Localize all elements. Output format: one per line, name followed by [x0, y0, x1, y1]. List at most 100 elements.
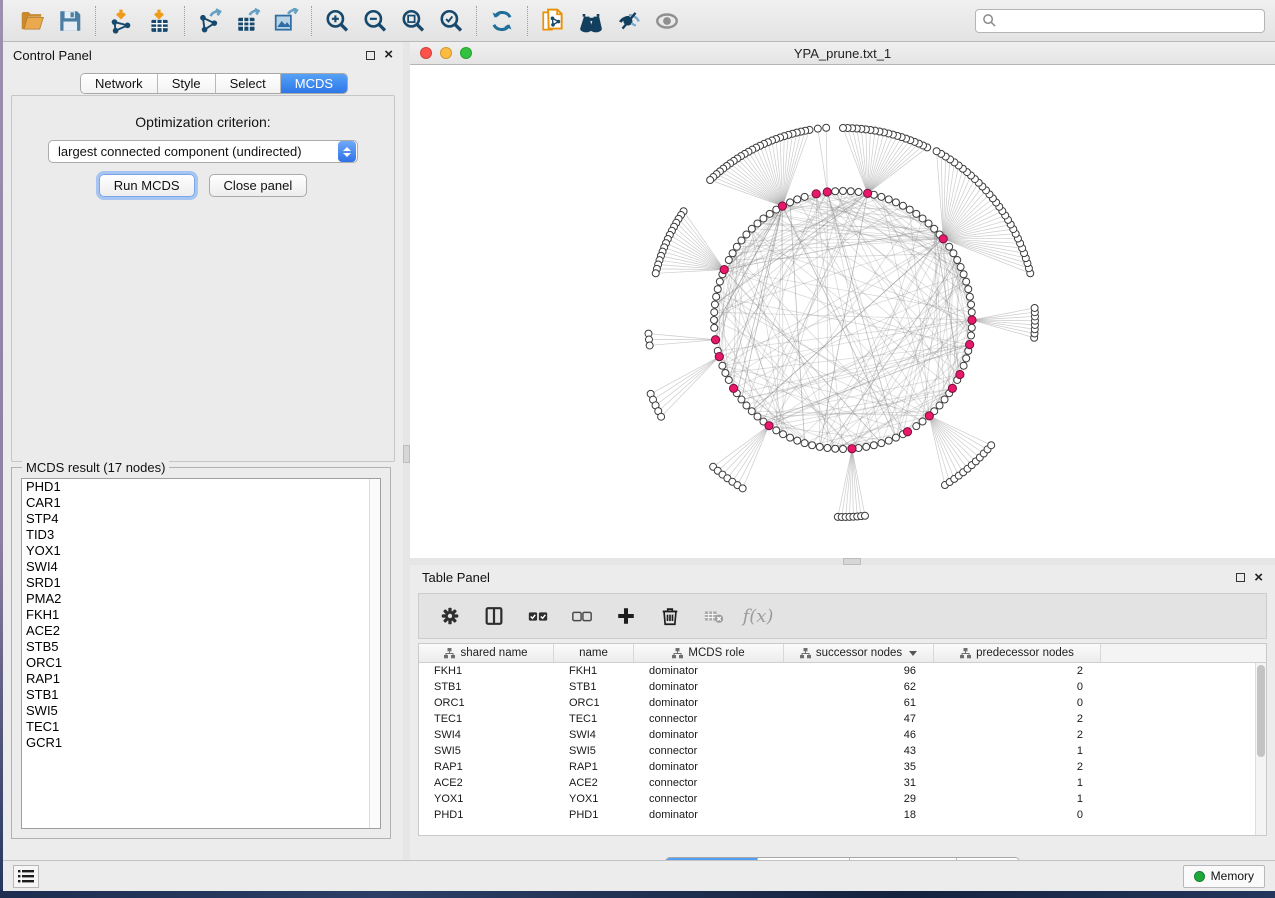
network-node[interactable]: [787, 199, 794, 206]
mcds-result-item[interactable]: SWI4: [22, 559, 380, 575]
search-box[interactable]: [975, 9, 1265, 33]
network-node[interactable]: [847, 188, 854, 195]
fan-edge[interactable]: [650, 340, 716, 346]
network-node[interactable]: [870, 442, 877, 449]
table-cell[interactable]: connector: [634, 793, 784, 805]
zoom-in-button[interactable]: [318, 4, 356, 38]
table-cell[interactable]: 61: [784, 697, 934, 709]
mcds-node[interactable]: [823, 188, 831, 196]
fan-edge[interactable]: [756, 148, 782, 206]
table-cell[interactable]: SWI5: [554, 745, 634, 757]
network-node[interactable]: [760, 215, 767, 222]
fan-edge[interactable]: [868, 147, 928, 193]
table-row[interactable]: FKH1FKH1dominator962: [419, 663, 1266, 679]
table-cell[interactable]: STB1: [554, 681, 634, 693]
network-node[interactable]: [780, 431, 787, 438]
column-header-successor-nodes[interactable]: successor nodes: [784, 644, 934, 662]
network-node[interactable]: [906, 206, 913, 213]
table-cell[interactable]: 0: [934, 681, 1101, 693]
table-cell[interactable]: 29: [784, 793, 934, 805]
table-cell[interactable]: RAP1: [554, 761, 634, 773]
search-input[interactable]: [997, 12, 1258, 29]
edge[interactable]: [852, 274, 964, 448]
mcds-result-item[interactable]: YOX1: [22, 543, 380, 559]
leaf-node[interactable]: [658, 413, 665, 420]
leaf-node[interactable]: [933, 148, 940, 155]
mcds-result-item[interactable]: ACE2: [22, 623, 380, 639]
fan-edge[interactable]: [732, 426, 769, 482]
table-cell[interactable]: SWI4: [419, 729, 554, 741]
network-node[interactable]: [748, 225, 755, 232]
table-cell[interactable]: 2: [934, 761, 1101, 773]
table-cell[interactable]: 1: [934, 793, 1101, 805]
table-cell[interactable]: FKH1: [419, 665, 554, 677]
mcds-result-item[interactable]: CAR1: [22, 495, 380, 511]
network-node[interactable]: [950, 250, 957, 257]
edge[interactable]: [757, 193, 867, 416]
delete-table-button[interactable]: [697, 599, 731, 633]
network-node[interactable]: [966, 293, 973, 300]
column-header-MCDS-role[interactable]: MCDS role: [634, 644, 784, 662]
close-panel-icon[interactable]: ×: [384, 50, 393, 60]
network-node[interactable]: [722, 369, 729, 376]
table-cell[interactable]: ACE2: [419, 777, 554, 789]
table-settings-button[interactable]: [433, 599, 467, 633]
fan-edge[interactable]: [668, 239, 724, 270]
table-row[interactable]: YOX1YOX1connector291: [419, 791, 1266, 807]
network-node[interactable]: [968, 324, 975, 331]
table-cell[interactable]: SWI4: [554, 729, 634, 741]
fan-edge[interactable]: [943, 190, 986, 238]
table-cell[interactable]: ORC1: [419, 697, 554, 709]
mcds-result-scrollbar[interactable]: [369, 479, 380, 828]
select-all-button[interactable]: [521, 599, 555, 633]
fan-edge[interactable]: [843, 128, 868, 193]
network-node[interactable]: [787, 434, 794, 441]
add-column-button[interactable]: [609, 599, 643, 633]
table-row[interactable]: RAP1RAP1dominator352: [419, 759, 1266, 775]
leaf-node[interactable]: [814, 125, 821, 132]
network-node[interactable]: [941, 396, 948, 403]
fan-edge[interactable]: [818, 129, 827, 192]
table-cell[interactable]: YOX1: [419, 793, 554, 805]
delete-column-button[interactable]: [653, 599, 687, 633]
mcds-node[interactable]: [730, 384, 738, 392]
network-node[interactable]: [878, 193, 885, 200]
network-node[interactable]: [824, 445, 831, 452]
column-header-name[interactable]: name: [554, 644, 634, 662]
table-cell[interactable]: PHD1: [554, 809, 634, 821]
fan-edge[interactable]: [929, 416, 954, 479]
edge[interactable]: [790, 202, 805, 443]
table-cell[interactable]: dominator: [634, 681, 784, 693]
network-node[interactable]: [794, 196, 801, 203]
network-node[interactable]: [863, 443, 870, 450]
table-row[interactable]: ACE2ACE2connector311: [419, 775, 1266, 791]
table-row[interactable]: PHD1PHD1dominator180: [419, 807, 1266, 823]
network-node[interactable]: [892, 434, 899, 441]
mcds-node[interactable]: [720, 265, 728, 273]
leaf-node[interactable]: [861, 512, 868, 519]
fan-edge[interactable]: [723, 169, 782, 206]
table-cell[interactable]: 31: [784, 777, 934, 789]
network-node[interactable]: [711, 309, 718, 316]
network-node[interactable]: [885, 196, 892, 203]
table-cell[interactable]: FKH1: [554, 665, 634, 677]
fan-edge[interactable]: [658, 357, 719, 411]
network-node[interactable]: [725, 376, 732, 383]
mcds-node[interactable]: [939, 235, 947, 243]
leaf-node[interactable]: [707, 177, 714, 184]
task-history-button[interactable]: [13, 865, 39, 888]
export-image-button[interactable]: [267, 4, 305, 38]
run-mcds-button[interactable]: Run MCDS: [99, 174, 195, 197]
zoom-out-button[interactable]: [356, 4, 394, 38]
network-node[interactable]: [855, 188, 862, 195]
new-network-from-selection-button[interactable]: [534, 4, 572, 38]
table-cell[interactable]: dominator: [634, 729, 784, 741]
leaf-node[interactable]: [646, 342, 653, 349]
network-node[interactable]: [919, 418, 926, 425]
table-row[interactable]: ORC1ORC1dominator610: [419, 695, 1266, 711]
splitter-handle[interactable]: [403, 445, 410, 463]
table-row[interactable]: SWI5SWI5connector431: [419, 743, 1266, 759]
network-node[interactable]: [960, 271, 967, 278]
fan-edge[interactable]: [737, 426, 769, 485]
network-node[interactable]: [711, 301, 718, 308]
